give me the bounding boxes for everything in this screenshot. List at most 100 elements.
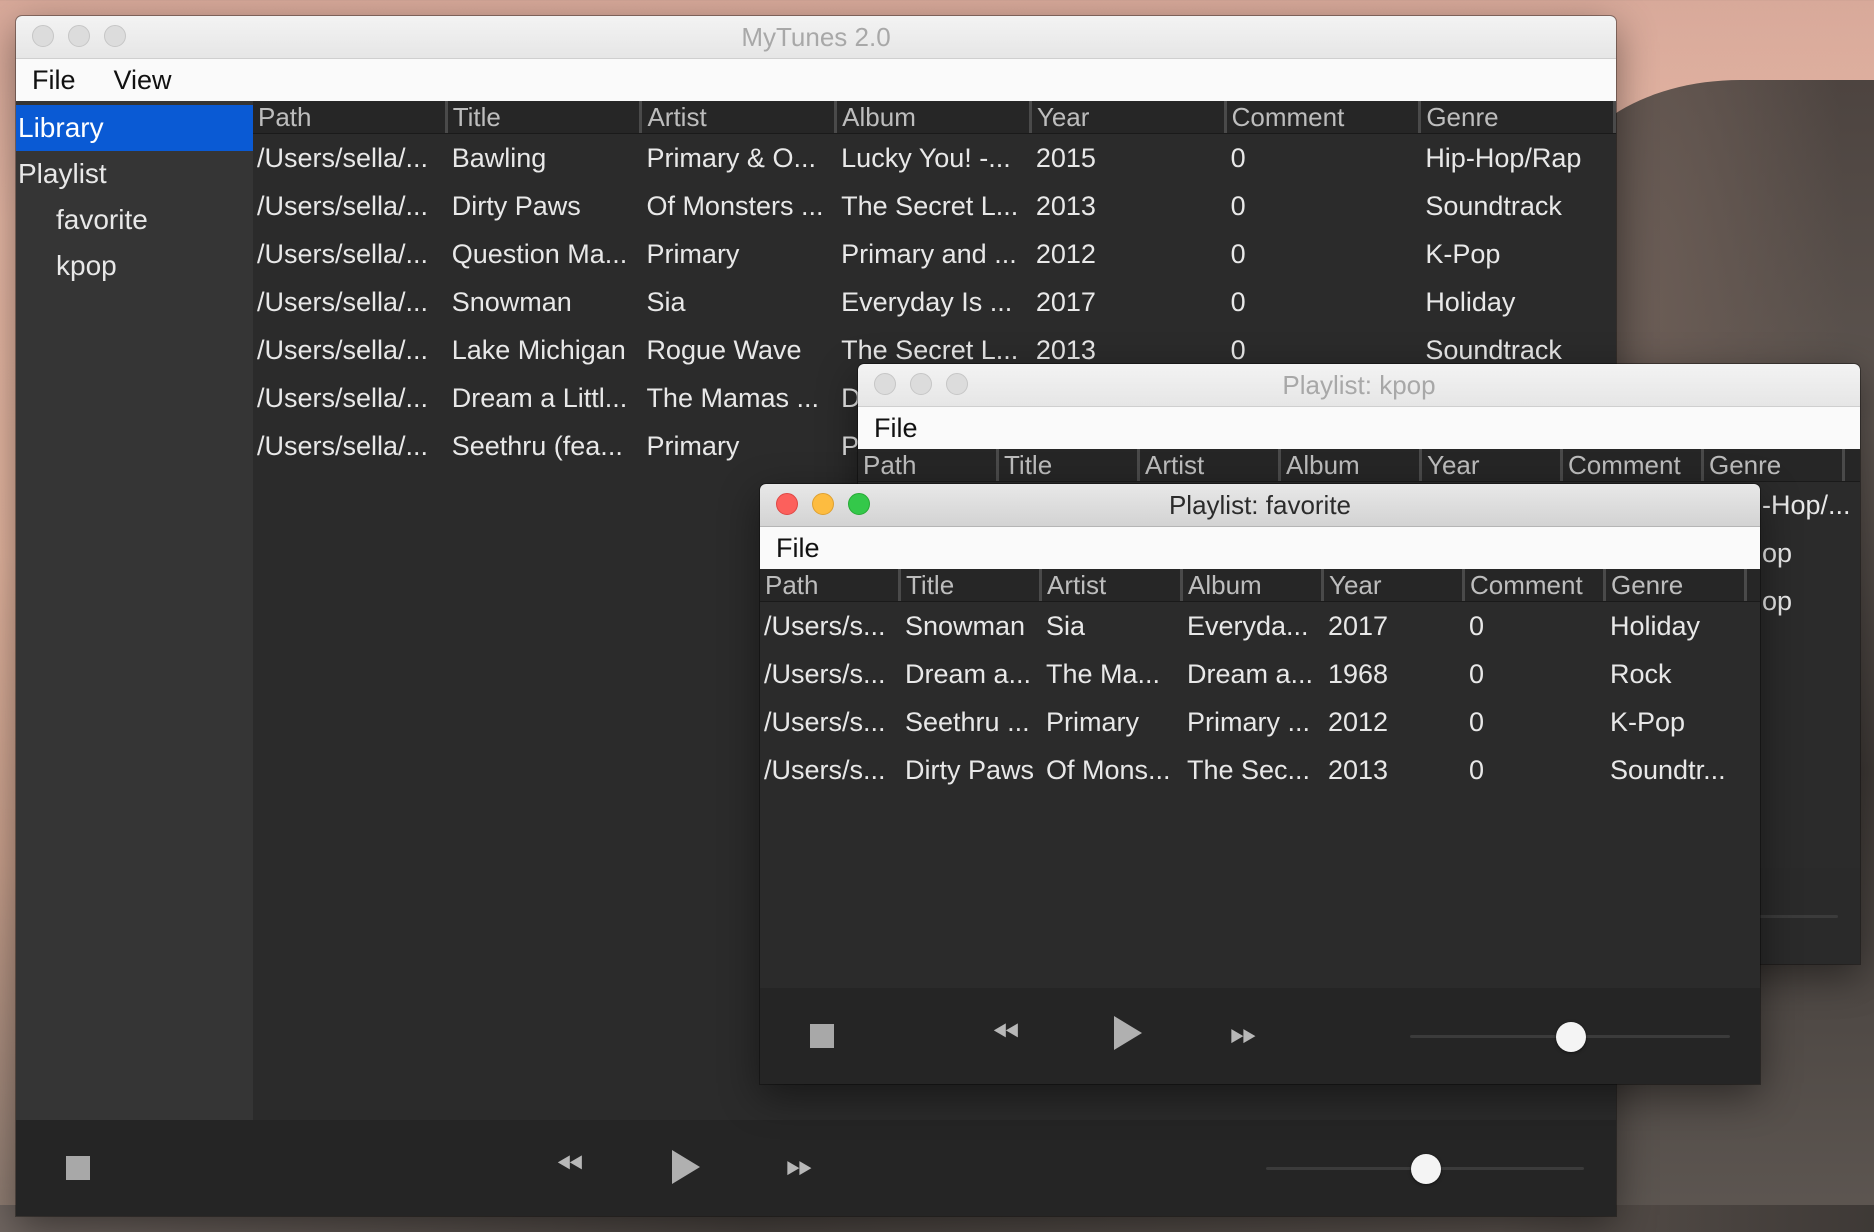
comment-cell: 0 bbox=[1230, 190, 1246, 221]
table-row[interactable]: /Users/s... Dream a... The Ma... Dream a...… bbox=[760, 650, 1760, 698]
path-cell: /Users/sella/... bbox=[257, 238, 429, 269]
title-cell: Snowman bbox=[451, 286, 572, 317]
path-cell: /Users/sella/... bbox=[257, 286, 429, 317]
column-header-title[interactable]: Title bbox=[999, 449, 1140, 481]
sidebar: Library Playlist favorite kpop bbox=[16, 101, 253, 1120]
rewind-icon[interactable]: ⏪︎ bbox=[992, 1016, 1019, 1050]
table-row[interactable]: /Users/sella/... Question Ma... Primary Pri… bbox=[253, 230, 1616, 278]
main-titlebar[interactable]: MyTunes 2.0 bbox=[16, 16, 1616, 59]
year-cell: 2013 bbox=[1035, 334, 1096, 365]
table-row[interactable]: /Users/sella/... Bawling Primary & O... Luc… bbox=[253, 134, 1616, 182]
table-row[interactable]: -Hop/... bbox=[1758, 481, 1851, 529]
table-row[interactable]: /Users/sella/... Dirty Paws Of Monsters ..… bbox=[253, 182, 1616, 230]
sidebar-item-kpop[interactable]: kpop bbox=[16, 243, 253, 289]
close-button[interactable] bbox=[874, 373, 896, 395]
path-cell: /Users/sella/... bbox=[257, 382, 429, 413]
column-header-genre[interactable]: Genre bbox=[1606, 569, 1747, 601]
play-icon[interactable] bbox=[1114, 1016, 1142, 1050]
minimize-button[interactable] bbox=[910, 373, 932, 395]
year-cell: 2017 bbox=[1328, 610, 1389, 641]
column-header-year[interactable]: Year bbox=[1032, 101, 1227, 133]
table-row[interactable]: /Users/sella/... Snowman Sia Everyday Is ..… bbox=[253, 278, 1616, 326]
column-header-path[interactable]: Path bbox=[760, 569, 901, 601]
column-header-artist[interactable]: Artist bbox=[642, 101, 838, 133]
genre-cell: Soundtrack bbox=[1425, 190, 1562, 221]
table-row[interactable]: op bbox=[1758, 529, 1851, 577]
sidebar-item-playlist[interactable]: Playlist bbox=[16, 151, 253, 197]
column-header-comment[interactable]: Comment bbox=[1465, 569, 1606, 601]
column-header-title[interactable]: Title bbox=[448, 101, 643, 133]
window-title: Playlist: favorite bbox=[1168, 489, 1352, 520]
path-cell: /Users/s... bbox=[764, 754, 886, 785]
genre-cell: K-Pop bbox=[1425, 238, 1501, 269]
title-cell: Dream a... bbox=[905, 658, 1032, 689]
menu-view[interactable]: View bbox=[114, 65, 172, 96]
favorite-menubar: File bbox=[760, 527, 1760, 570]
favorite-titlebar[interactable]: Playlist: favorite bbox=[760, 484, 1760, 527]
column-header-path[interactable]: Path bbox=[858, 449, 999, 481]
column-header-comment[interactable]: Comment bbox=[1563, 449, 1704, 481]
kpop-titlebar[interactable]: Playlist: kpop bbox=[858, 364, 1860, 407]
kpop-table: Path Title Artist Album Year Comment Genre -Ho… bbox=[858, 449, 1860, 616]
rewind-icon[interactable]: ⏪︎ bbox=[556, 1148, 583, 1182]
column-header-artist[interactable]: Artist bbox=[1042, 569, 1183, 601]
title-cell: Snowman bbox=[905, 610, 1026, 641]
menu-file[interactable]: File bbox=[776, 533, 820, 564]
player-controls: ⏪︎ ⏩︎ bbox=[16, 1120, 1616, 1216]
title-cell: Seethru ... bbox=[905, 706, 1030, 737]
close-button[interactable] bbox=[32, 25, 54, 47]
genre-cell: Holiday bbox=[1425, 286, 1516, 317]
sidebar-item-favorite[interactable]: favorite bbox=[16, 197, 253, 243]
column-header-year[interactable]: Year bbox=[1324, 569, 1465, 601]
volume-slider-track[interactable] bbox=[1758, 915, 1838, 918]
fast-forward-icon[interactable]: ⏩︎ bbox=[786, 1148, 813, 1182]
column-header-path[interactable]: Path bbox=[253, 101, 448, 133]
kpop-menubar: File bbox=[858, 407, 1860, 450]
table-row[interactable]: /Users/s... Snowman Sia Everyda... 2017 0 Holi… bbox=[760, 602, 1760, 650]
year-cell: 2013 bbox=[1328, 754, 1389, 785]
title-cell: Dream a Littl... bbox=[451, 382, 628, 413]
sidebar-item-library[interactable]: Library bbox=[16, 105, 253, 151]
comment-cell: 0 bbox=[1469, 706, 1485, 737]
column-header-year[interactable]: Year bbox=[1422, 449, 1563, 481]
title-cell: Question Ma... bbox=[451, 238, 628, 269]
play-icon[interactable] bbox=[672, 1150, 700, 1184]
table-row[interactable]: op bbox=[1758, 577, 1851, 625]
volume-slider-knob[interactable] bbox=[1411, 1154, 1441, 1184]
close-button[interactable] bbox=[776, 493, 798, 515]
column-header-album[interactable]: Album bbox=[837, 101, 1032, 133]
artist-cell: Sia bbox=[1046, 610, 1086, 641]
zoom-button[interactable] bbox=[848, 493, 870, 515]
column-header-title[interactable]: Title bbox=[901, 569, 1042, 601]
path-cell: /Users/s... bbox=[764, 706, 886, 737]
volume-slider-knob[interactable] bbox=[1556, 1022, 1586, 1052]
path-cell: /Users/sella/... bbox=[257, 430, 429, 461]
stop-icon[interactable] bbox=[66, 1156, 90, 1180]
artist-cell: Primary bbox=[646, 238, 740, 269]
year-cell: 2015 bbox=[1035, 142, 1096, 173]
zoom-button[interactable] bbox=[946, 373, 968, 395]
artist-cell: The Ma... bbox=[1046, 658, 1161, 689]
minimize-button[interactable] bbox=[812, 493, 834, 515]
fast-forward-icon[interactable]: ⏩︎ bbox=[1230, 1016, 1257, 1050]
path-cell: /Users/s... bbox=[764, 658, 886, 689]
column-header-album[interactable]: Album bbox=[1281, 449, 1422, 481]
comment-cell: 0 bbox=[1230, 142, 1246, 173]
column-header-artist[interactable]: Artist bbox=[1140, 449, 1281, 481]
table-row[interactable]: /Users/s... Seethru ... Primary Primary ...… bbox=[760, 698, 1760, 746]
zoom-button[interactable] bbox=[104, 25, 126, 47]
column-header-comment[interactable]: Comment bbox=[1227, 101, 1422, 133]
stop-icon[interactable] bbox=[810, 1024, 834, 1048]
menu-file[interactable]: File bbox=[32, 65, 76, 96]
minimize-button[interactable] bbox=[68, 25, 90, 47]
column-header-genre[interactable]: Genre bbox=[1704, 449, 1845, 481]
table-row[interactable]: /Users/s... Dirty Paws Of Mons... The Sec..… bbox=[760, 746, 1760, 794]
year-cell: 2012 bbox=[1035, 238, 1096, 269]
column-header-album[interactable]: Album bbox=[1183, 569, 1324, 601]
menu-file[interactable]: File bbox=[874, 413, 918, 444]
year-cell: 2017 bbox=[1035, 286, 1096, 317]
column-header-genre[interactable]: Genre bbox=[1421, 101, 1616, 133]
genre-cell: K-Pop bbox=[1610, 706, 1686, 737]
album-cell: Dream a... bbox=[1187, 658, 1314, 689]
genre-cell: Soundtrack bbox=[1425, 334, 1562, 365]
